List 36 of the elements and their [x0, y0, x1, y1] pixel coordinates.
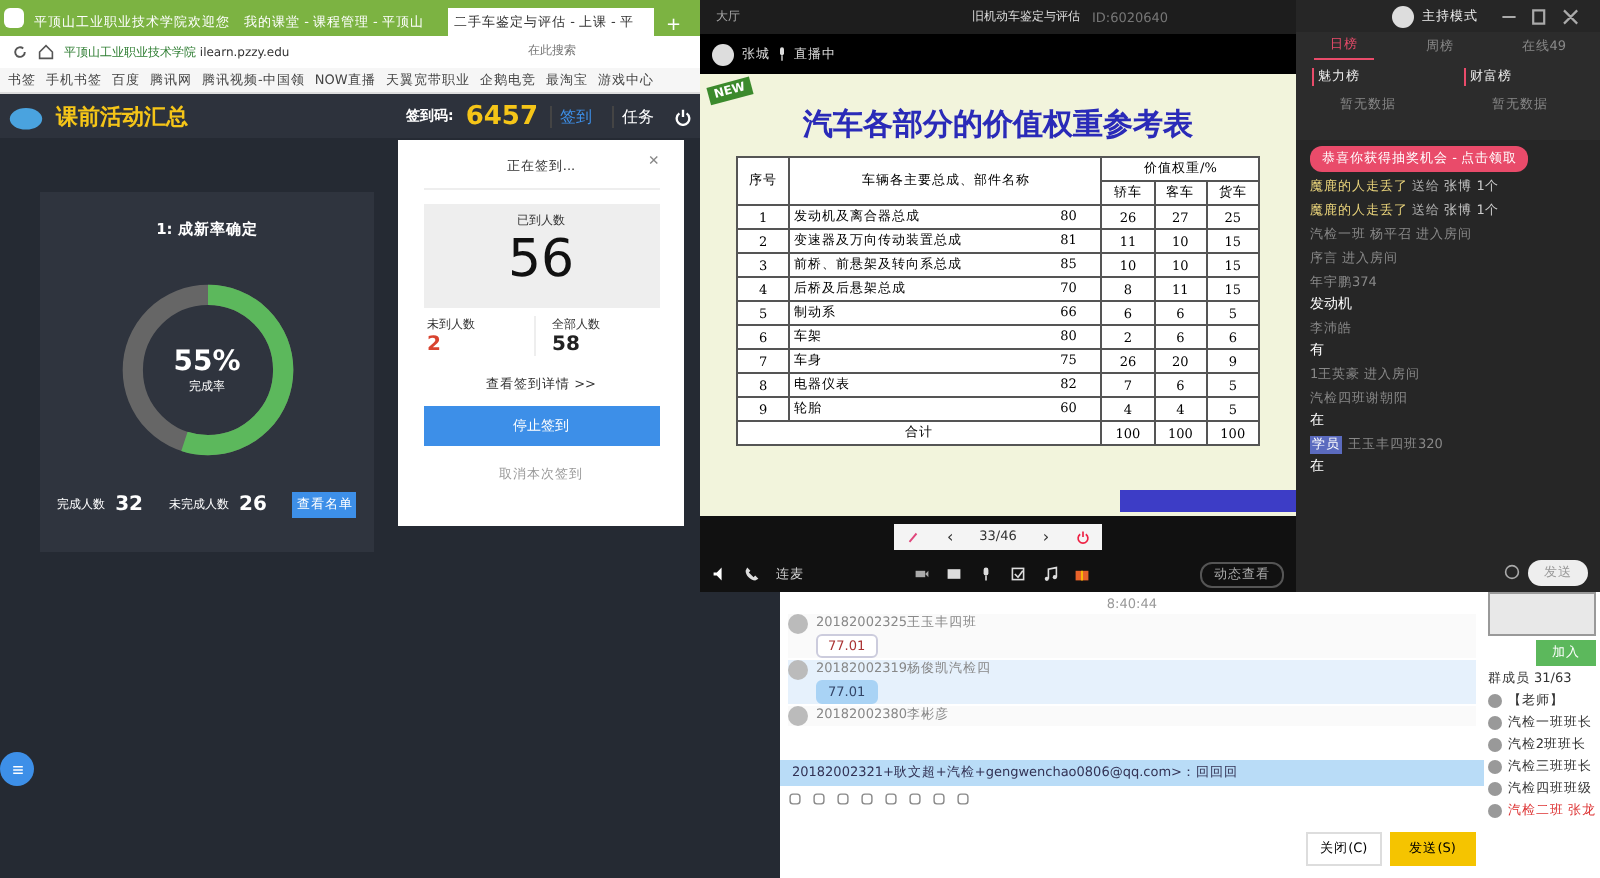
percent-value: 55% — [173, 345, 241, 377]
avatar-icon — [788, 660, 808, 680]
header-tab[interactable]: 任务 — [612, 105, 662, 127]
avatar-icon — [788, 706, 808, 726]
slide-title: 汽车各部分的价值权重参考表 — [803, 106, 1193, 144]
reload-icon[interactable] — [12, 44, 28, 60]
stat-value: 26 — [239, 494, 267, 516]
checkin-code: 6457 — [465, 101, 538, 131]
total-count: 58 — [552, 334, 582, 356]
speaker-icon[interactable] — [712, 566, 728, 582]
microphone-icon — [778, 46, 786, 62]
browser-logo-icon — [4, 8, 24, 28]
page-title: 课前活动汇总 — [56, 101, 188, 131]
checkbox-icon[interactable] — [1010, 566, 1026, 582]
stat-value: 32 — [115, 494, 143, 516]
avatar-icon — [788, 614, 808, 634]
avatar-icon — [712, 43, 734, 65]
cloud-logo-icon — [8, 103, 44, 129]
pen-icon[interactable] — [906, 529, 921, 543]
previous-page-button[interactable]: ‹ — [946, 527, 954, 545]
arrived-count: 56 — [507, 230, 575, 290]
menu-icon — [9, 761, 25, 777]
music-icon[interactable] — [1042, 566, 1058, 582]
header-tab[interactable]: 签到 — [550, 105, 600, 127]
microphone-icon[interactable] — [978, 566, 994, 582]
phone-icon[interactable] — [744, 566, 760, 582]
slide-thumbnail — [1487, 592, 1596, 636]
absent-count: 2 — [427, 334, 443, 356]
add-button[interactable] — [0, 752, 34, 786]
next-page-button[interactable]: › — [1042, 527, 1050, 545]
gift-icon[interactable] — [1074, 566, 1090, 582]
camera-icon[interactable] — [914, 566, 930, 582]
home-icon[interactable] — [38, 44, 54, 60]
avatar-icon — [1392, 5, 1414, 27]
screen-icon[interactable] — [946, 566, 962, 582]
close-button[interactable]: × — [648, 150, 659, 170]
